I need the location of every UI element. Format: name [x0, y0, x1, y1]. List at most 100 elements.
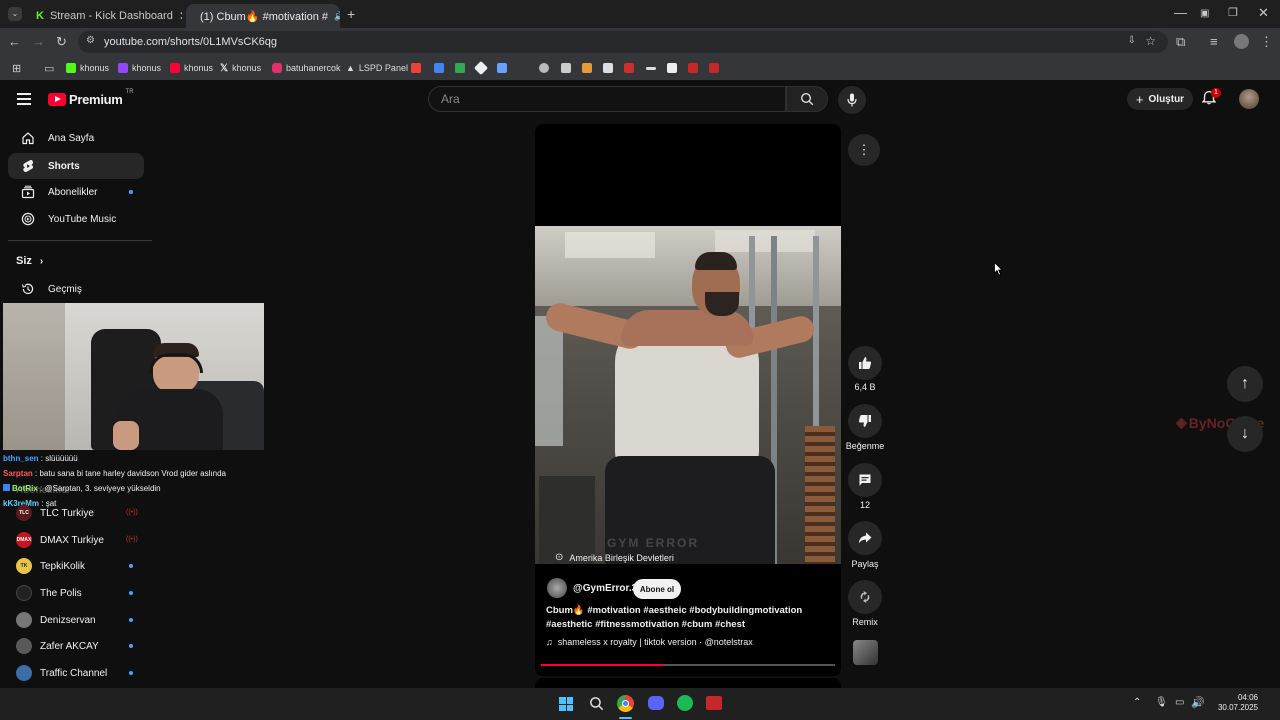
- extension-icon[interactable]: ▣: [1200, 7, 1209, 21]
- url-input[interactable]: ⚙ youtube.com/shorts/0L1MVsCK6qg ⇩ ☆: [78, 31, 1168, 53]
- sidebar-item-youtube-music[interactable]: YouTube Music: [8, 206, 144, 232]
- sidebar-channel-tlc[interactable]: TLC TLC Turkiye ((•)): [8, 500, 144, 526]
- restore-icon[interactable]: ❐: [1228, 6, 1238, 20]
- bookmark-item[interactable]: khonus: [170, 61, 213, 75]
- search-button[interactable]: [786, 86, 828, 112]
- search-icon[interactable]: [589, 696, 604, 711]
- create-button[interactable]: + Oluştur: [1127, 88, 1193, 110]
- next-short-button[interactable]: ↓: [1227, 416, 1263, 452]
- install-icon[interactable]: ⇩: [1128, 35, 1136, 46]
- sidebar-item-home[interactable]: Ana Sayfa: [8, 125, 144, 151]
- folder-icon[interactable]: ▭: [44, 61, 54, 75]
- clock[interactable]: 04:06 30.07.2025: [1208, 693, 1258, 713]
- tab-youtube-short[interactable]: (1) Cbum🔥 #motivation # 🔊 ✕: [186, 4, 340, 28]
- bookmark-item[interactable]: khonus: [66, 61, 109, 75]
- sidebar-channel-dmax[interactable]: DMAX DMAX Turkiye ((•)): [8, 527, 144, 553]
- history-icon: [21, 283, 34, 295]
- calculator-icon[interactable]: [561, 61, 571, 75]
- globe-icon[interactable]: [539, 61, 549, 75]
- music-row[interactable]: ♫ shameless x royalty | tiktok version ·…: [546, 637, 753, 647]
- windows-start-icon[interactable]: [559, 697, 573, 711]
- gmail-icon[interactable]: [434, 61, 444, 75]
- location-pin-icon: ⊙: [555, 552, 564, 563]
- minimize-icon[interactable]: —: [1174, 6, 1187, 20]
- youtube-logo[interactable]: Premium TR: [48, 89, 134, 107]
- short-video-frame[interactable]: GYM ERROR: [535, 226, 841, 564]
- dislike-button[interactable]: [848, 404, 882, 438]
- close-window-icon[interactable]: ✕: [1258, 6, 1269, 20]
- bookmark-icon[interactable]: [688, 61, 698, 75]
- reload-icon[interactable]: ↻: [56, 35, 67, 49]
- shorts-icon: [23, 159, 34, 172]
- bookmark-item[interactable]: ▲ LSPD Panel: [346, 61, 408, 75]
- bookmark-item[interactable]: khonus: [118, 61, 161, 75]
- bookmark-icon[interactable]: [603, 61, 613, 75]
- notifications-button[interactable]: 1: [1201, 88, 1221, 108]
- short-video-player[interactable]: GYM ERROR ⊙ Amerika Birleşik Devletleri …: [535, 124, 841, 676]
- media-icon[interactable]: ≡: [1210, 35, 1218, 49]
- bookmark-icon[interactable]: [497, 61, 507, 75]
- bookmark-star-icon[interactable]: ☆: [1145, 34, 1156, 48]
- sidebar-channel-traffic-channel[interactable]: Traffic Channel: [8, 660, 144, 686]
- progress-bar[interactable]: [541, 664, 835, 666]
- sidebar-item-subscriptions[interactable]: Abonelikler: [8, 179, 144, 205]
- bookmark-item[interactable]: 𝕏khonus: [220, 61, 261, 75]
- sidebar-channel-denizservan[interactable]: Denizservan: [8, 607, 144, 633]
- sidebar-item-history[interactable]: Geçmiş: [8, 276, 144, 302]
- apps-icon[interactable]: ⊞: [12, 61, 21, 75]
- gmail-icon[interactable]: [411, 61, 421, 75]
- back-icon[interactable]: ←: [8, 35, 21, 49]
- profile-avatar[interactable]: [1234, 34, 1249, 49]
- bookmark-icon[interactable]: [667, 61, 677, 75]
- mic-tray-icon[interactable]: 🎙: [1155, 697, 1168, 708]
- short-title-line-2: #aesthetic #fitnessmotivation #cbum #che…: [546, 619, 746, 630]
- channel-avatar[interactable]: [547, 578, 567, 598]
- site-info-icon[interactable]: ⚙: [86, 35, 95, 46]
- bookmark-item[interactable]: batuhanercok: [272, 61, 341, 75]
- bookmark-icon[interactable]: [646, 61, 656, 75]
- chrome-icon[interactable]: [617, 695, 634, 712]
- menu-icon[interactable]: ⋮: [1260, 35, 1273, 49]
- volume-icon[interactable]: 🔊: [1191, 696, 1205, 709]
- like-button[interactable]: [848, 346, 882, 380]
- previous-short-button[interactable]: ↑: [1227, 366, 1263, 402]
- gmail-icon[interactable]: [455, 61, 465, 75]
- bookmark-icon[interactable]: [582, 61, 592, 75]
- tab-kick-dashboard[interactable]: K Stream - Kick Dashboard ✕: [28, 4, 182, 28]
- discord-icon[interactable]: [648, 696, 664, 710]
- search-input[interactable]: Ara: [428, 86, 786, 112]
- stream-app-icon[interactable]: [706, 696, 722, 710]
- voice-search-button[interactable]: [838, 86, 866, 114]
- new-tab-icon[interactable]: +: [347, 7, 355, 21]
- sidebar-channel-the-polis[interactable]: The Polis: [8, 580, 144, 606]
- share-button[interactable]: [848, 521, 882, 555]
- new-content-dot: [129, 190, 133, 194]
- speaker-icon[interactable]: 🔊: [334, 11, 340, 22]
- remix-button[interactable]: [848, 580, 882, 614]
- network-icon[interactable]: ▭: [1175, 697, 1184, 708]
- bookmark-icon[interactable]: [709, 61, 719, 75]
- location-tag[interactable]: ⊙ Amerika Birleşik Devletleri: [555, 552, 674, 563]
- forward-icon[interactable]: →: [32, 35, 45, 49]
- spotify-icon[interactable]: [677, 695, 693, 711]
- close-tab-icon[interactable]: ✕: [179, 9, 182, 23]
- bookmark-icon[interactable]: [473, 60, 489, 76]
- sidebar-channel-tepkikolik[interactable]: TK TepkiKolik: [8, 553, 144, 579]
- account-avatar[interactable]: [1239, 89, 1259, 109]
- tray-chevron-icon[interactable]: ⌃: [1133, 697, 1141, 708]
- sidebar-channel-zafer-akcay[interactable]: Zafer AKCAY: [8, 633, 144, 659]
- bookmark-icon[interactable]: [624, 61, 634, 75]
- extensions-icon[interactable]: ⧉: [1176, 35, 1185, 49]
- channel-name[interactable]: @GymError.3: [573, 583, 637, 594]
- tab-search-icon[interactable]: ⌄: [8, 7, 22, 21]
- comments-button[interactable]: [848, 463, 882, 497]
- sidebar-item-shorts[interactable]: Shorts: [8, 153, 144, 179]
- kick-icon: K: [36, 10, 44, 22]
- subscribe-button[interactable]: Abone ol: [633, 579, 681, 599]
- chevron-right-icon: ›: [39, 255, 44, 267]
- hamburger-menu-icon[interactable]: [17, 93, 31, 105]
- more-options-button[interactable]: ⋮: [848, 134, 880, 166]
- sidebar-you-heading[interactable]: Siz ›: [16, 255, 43, 267]
- next-short-card[interactable]: [535, 678, 841, 688]
- sound-thumbnail[interactable]: [853, 640, 878, 665]
